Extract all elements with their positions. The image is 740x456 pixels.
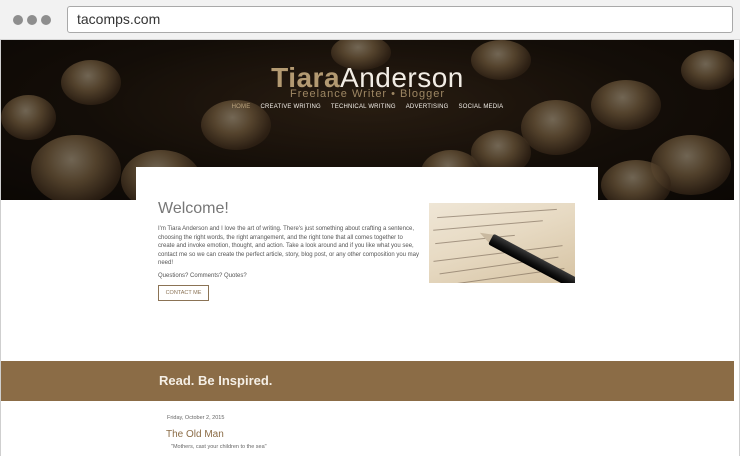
- intro-paragraph: I'm Tiara Anderson and I love the art of…: [158, 226, 420, 267]
- site-tagline: Freelance Writer • Blogger: [290, 88, 445, 100]
- window-close-dot[interactable]: [13, 15, 23, 25]
- inspired-section: Read. Be Inspired.: [1, 361, 734, 401]
- browser-toolbar: tacomps.com: [0, 0, 740, 40]
- main-nav: HOME CREATIVE WRITING TECHNICAL WRITING …: [1, 104, 734, 110]
- nav-item-technical-writing[interactable]: TECHNICAL WRITING: [326, 104, 401, 110]
- section-title: Read. Be Inspired.: [159, 373, 273, 388]
- fountain-pen: [488, 233, 575, 283]
- nav-item-creative-writing[interactable]: CREATIVE WRITING: [255, 104, 325, 110]
- post-date: Friday, October 2, 2015: [167, 415, 225, 421]
- handwriting-pen-image: [429, 203, 575, 283]
- window-minimize-dot[interactable]: [27, 15, 37, 25]
- window-maximize-dot[interactable]: [41, 15, 51, 25]
- questions-text: Questions? Comments? Quotes?: [158, 273, 247, 279]
- contact-me-button[interactable]: CONTACT ME: [158, 285, 209, 301]
- welcome-card: Welcome! I'm Tiara Anderson and I love t…: [136, 167, 598, 317]
- nav-item-home[interactable]: HOME: [227, 104, 256, 110]
- nav-item-advertising[interactable]: ADVERTISING: [401, 104, 454, 110]
- nav-item-social-media[interactable]: SOCIAL MEDIA: [454, 104, 509, 110]
- address-bar[interactable]: tacomps.com: [67, 6, 733, 33]
- post-title-link[interactable]: The Old Man: [166, 429, 224, 440]
- post-excerpt: "Mothers, cast your children to the sea": [171, 444, 267, 450]
- page-title: Welcome!: [158, 200, 229, 217]
